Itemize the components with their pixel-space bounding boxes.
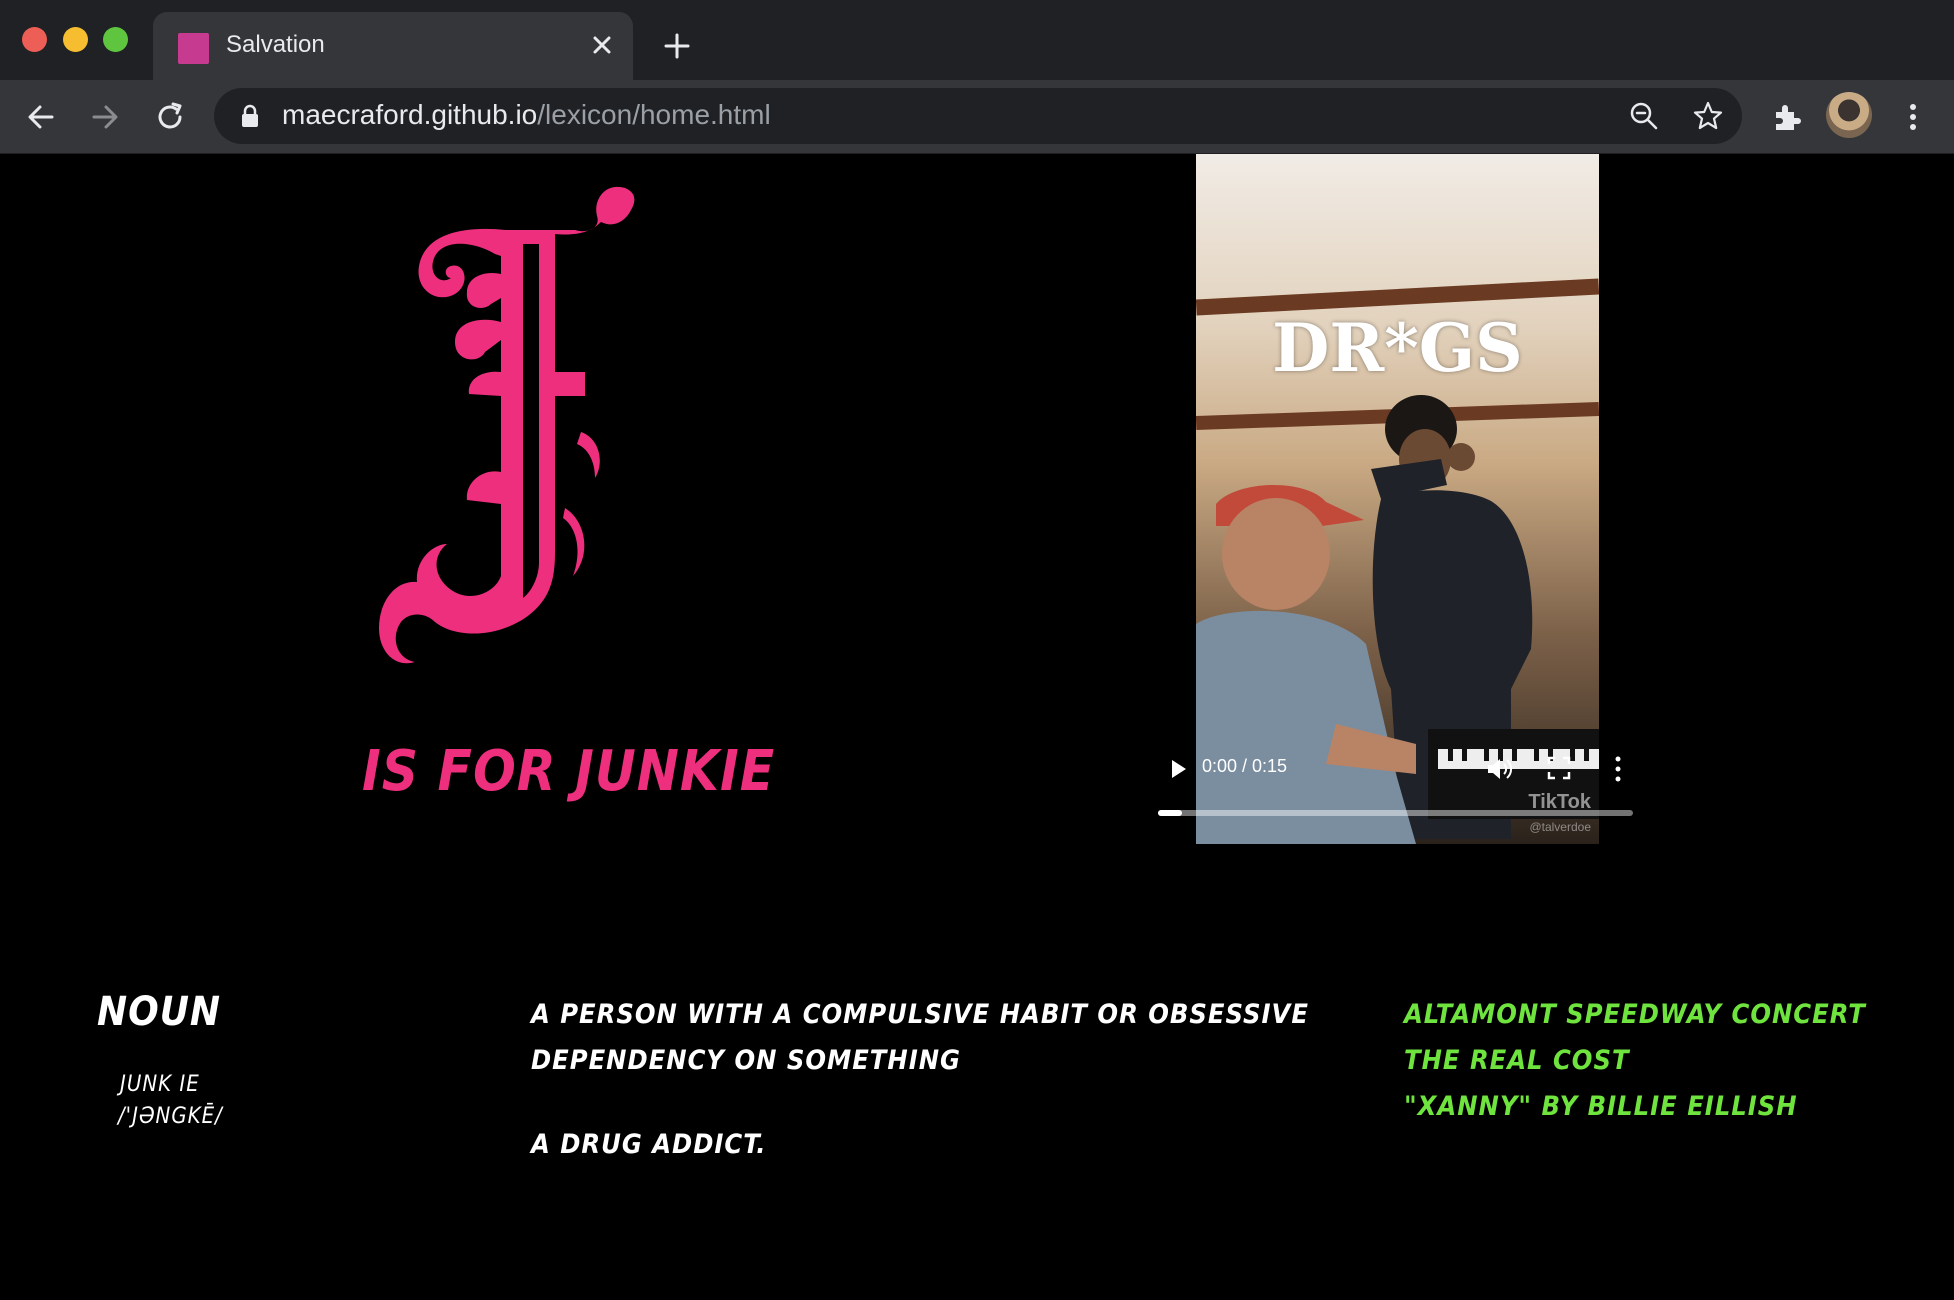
- play-icon[interactable]: [1168, 756, 1190, 782]
- extensions-icon[interactable]: [1768, 98, 1806, 136]
- video-time: 0:00 / 0:15: [1202, 756, 1288, 776]
- minimize-window-button[interactable]: [63, 27, 88, 52]
- plus-icon[interactable]: [661, 30, 693, 62]
- tab-title: Salvation: [226, 31, 325, 58]
- link-real-cost[interactable]: The Real Cost: [1404, 1038, 1866, 1084]
- video-progress-fill: [1158, 810, 1182, 816]
- tiktok-handle: @talverdoe: [1529, 820, 1591, 834]
- url-text[interactable]: maecraford.github.io/lexicon/home.html: [282, 99, 771, 131]
- word-syllables: junk ie: [120, 1072, 200, 1097]
- decorative-letter-j: [379, 186, 635, 664]
- link-xanny[interactable]: "Xanny" by Billie Eillish: [1404, 1084, 1866, 1130]
- definition-2: a drug addict.: [531, 1129, 767, 1160]
- maximize-window-button[interactable]: [103, 27, 128, 52]
- definition-1: a person with a compulsive habit or obse…: [531, 999, 1309, 1076]
- link-altamont[interactable]: Altamont Speedway Concert: [1404, 992, 1866, 1038]
- lock-icon[interactable]: [240, 104, 260, 128]
- more-icon[interactable]: [1613, 754, 1623, 784]
- menu-icon[interactable]: [1894, 98, 1932, 136]
- pronunciation: /'jəngkē/: [118, 1104, 223, 1129]
- favicon-icon: [178, 33, 209, 64]
- volume-icon[interactable]: [1484, 754, 1514, 784]
- star-icon[interactable]: [1692, 100, 1724, 132]
- address-bar[interactable]: maecraford.github.io/lexicon/home.html: [214, 88, 1742, 144]
- profile-avatar[interactable]: [1826, 92, 1872, 138]
- forward-icon[interactable]: [86, 98, 124, 136]
- back-icon[interactable]: [22, 98, 60, 136]
- part-of-speech: noun: [97, 989, 222, 1035]
- reload-icon[interactable]: [151, 98, 189, 136]
- video-caption: DR*GS: [1272, 309, 1523, 387]
- close-icon[interactable]: [589, 32, 615, 58]
- video-progress-bar[interactable]: [1158, 810, 1633, 816]
- zoom-icon[interactable]: [1628, 100, 1660, 132]
- related-links: Altamont Speedway Concert The Real Cost …: [1404, 992, 1866, 1130]
- tab-strip: Salvation: [0, 0, 1954, 80]
- browser-toolbar: maecraford.github.io/lexicon/home.html: [0, 80, 1954, 154]
- page-heading: is for Junkie: [362, 739, 776, 804]
- video-player[interactable]: DR*GS TikTok @talverdoe: [1196, 154, 1599, 844]
- page-content: is for Junkie DR*GS TikTok: [0, 154, 1954, 1300]
- video-controls: 0:00 / 0:15: [1158, 744, 1638, 822]
- fullscreen-icon[interactable]: [1547, 756, 1571, 780]
- browser-tab[interactable]: Salvation: [153, 12, 633, 80]
- close-window-button[interactable]: [22, 27, 47, 52]
